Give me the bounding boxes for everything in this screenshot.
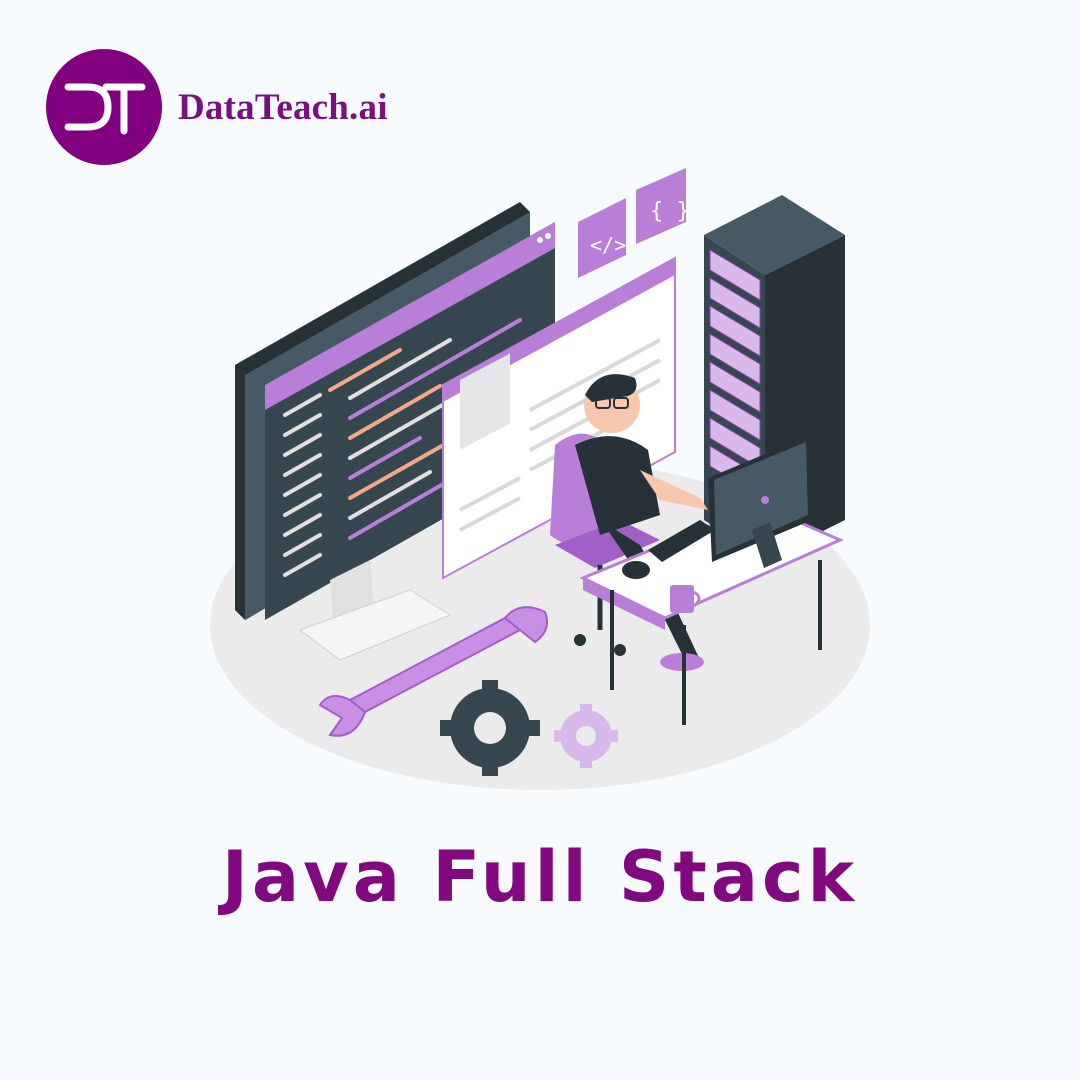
svg-text:{ }: { } (650, 199, 690, 224)
page-title: Java Full Stack (221, 836, 859, 918)
svg-text:</>: </> (590, 233, 626, 257)
developer-illustration: </> { } (210, 168, 870, 790)
